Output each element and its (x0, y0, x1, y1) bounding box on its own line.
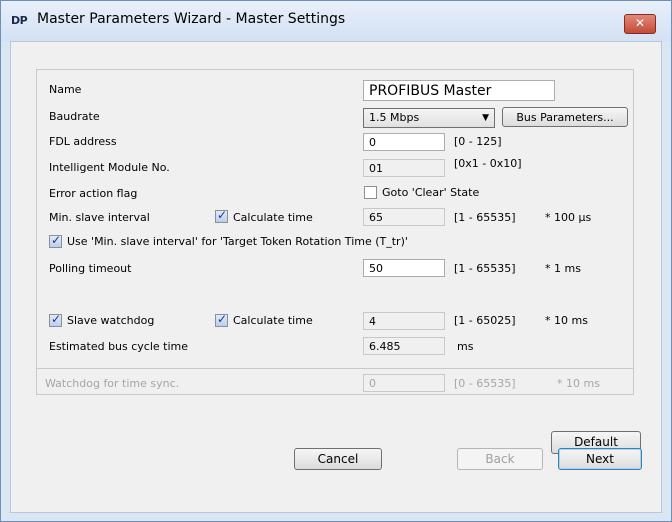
dialog-body: Name PROFIBUS Master Baudrate 1.5 Mbps ▼… (10, 41, 662, 513)
slave-watchdog-unit: * 10 ms (545, 314, 588, 327)
min-slave-calc-checkbox[interactable] (215, 208, 228, 223)
watchdog-time-sync-range: [0 - 65535] (454, 377, 516, 390)
error-action-label: Error action flag (49, 187, 138, 200)
slave-watchdog-label: Slave watchdog (67, 314, 155, 327)
watchdog-time-sync-field: 0 (363, 374, 445, 392)
polling-timeout-field[interactable]: 50 (363, 259, 445, 277)
back-button: Back (457, 448, 543, 470)
app-logo: DP (11, 14, 28, 27)
baudrate-value: 1.5 Mbps (369, 111, 420, 124)
dialog-window: DP Master Parameters Wizard - Master Set… (0, 0, 672, 522)
slave-watchdog-calc-label: Calculate time (233, 314, 313, 327)
fdl-address-range: [0 - 125] (454, 135, 502, 148)
fdl-address-field[interactable]: 0 (363, 133, 445, 151)
slave-watchdog-checkbox[interactable] (49, 312, 62, 327)
intelligent-module-label: Intelligent Module No. (49, 161, 170, 174)
est-bus-cycle-label: Estimated bus cycle time (49, 340, 189, 353)
watchdog-time-sync-unit: * 10 ms (557, 377, 600, 390)
cancel-button[interactable]: Cancel (294, 448, 382, 470)
intelligent-module-range: [0x1 - 0x10] (454, 157, 522, 170)
settings-group: Name PROFIBUS Master Baudrate 1.5 Mbps ▼… (36, 69, 634, 395)
min-slave-interval-range: [1 - 65535] (454, 211, 516, 224)
fdl-address-label: FDL address (49, 135, 117, 148)
min-slave-interval-label: Min. slave interval (49, 211, 150, 224)
chevron-down-icon: ▼ (482, 113, 489, 123)
baudrate-select[interactable]: 1.5 Mbps ▼ (363, 108, 495, 128)
min-slave-interval-unit: * 100 µs (545, 211, 592, 224)
name-field[interactable]: PROFIBUS Master (363, 80, 555, 101)
watchdog-time-sync-label: Watchdog for time sync. (45, 377, 180, 390)
est-bus-cycle-unit: ms (457, 340, 474, 353)
slave-watchdog-field: 4 (363, 312, 445, 330)
polling-timeout-label: Polling timeout (49, 262, 132, 275)
est-bus-cycle-field: 6.485 (363, 337, 445, 355)
use-min-slave-checkbox[interactable] (49, 233, 62, 248)
bus-parameters-button[interactable]: Bus Parameters... (502, 107, 628, 127)
close-button[interactable]: ✕ (624, 14, 656, 34)
min-slave-interval-field: 65 (363, 208, 445, 226)
close-icon: ✕ (634, 16, 646, 30)
min-slave-calc-label: Calculate time (233, 211, 313, 224)
group-divider (37, 368, 633, 369)
name-label: Name (49, 83, 82, 96)
slave-watchdog-calc-checkbox[interactable] (215, 312, 228, 327)
intelligent-module-field: 01 (363, 159, 445, 177)
polling-timeout-range: [1 - 65535] (454, 262, 516, 275)
window-title: Master Parameters Wizard - Master Settin… (37, 11, 346, 27)
goto-clear-label: Goto 'Clear' State (382, 186, 480, 199)
use-min-slave-label: Use 'Min. slave interval' for 'Target To… (67, 235, 408, 248)
title-bar[interactable]: DP Master Parameters Wizard - Master Set… (1, 1, 671, 41)
slave-watchdog-range: [1 - 65025] (454, 314, 516, 327)
next-button[interactable]: Next (558, 448, 642, 470)
polling-timeout-unit: * 1 ms (545, 262, 581, 275)
baudrate-label: Baudrate (49, 110, 100, 123)
goto-clear-checkbox[interactable] (364, 186, 377, 199)
